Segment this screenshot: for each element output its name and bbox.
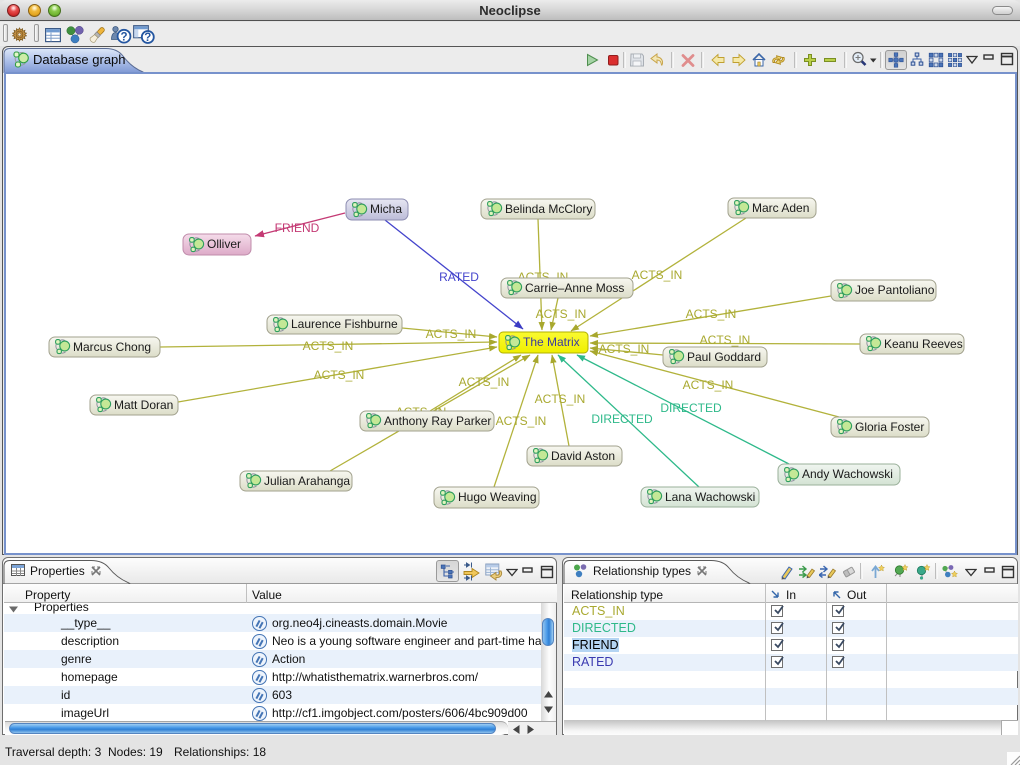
svg-text:Marc Aden: Marc Aden (752, 201, 809, 215)
svg-text:ACTS_IN: ACTS_IN (535, 392, 586, 406)
svg-text:Belinda McClory: Belinda McClory (505, 202, 592, 216)
svg-text:Julian Arahanga: Julian Arahanga (264, 474, 350, 488)
svg-text:Database graph: Database graph (33, 52, 126, 67)
svg-text:ACTS_IN: ACTS_IN (426, 327, 477, 341)
svg-text:Marcus Chong: Marcus Chong (73, 340, 151, 354)
svg-text:Olliver: Olliver (207, 237, 241, 251)
svg-text:Matt Doran: Matt Doran (114, 398, 173, 412)
svg-text:ACTS_IN: ACTS_IN (303, 339, 354, 353)
svg-text:Paul Goddard: Paul Goddard (687, 350, 761, 364)
svg-text:ACTS_IN: ACTS_IN (700, 333, 751, 347)
svg-text:ACTS_IN: ACTS_IN (599, 342, 650, 356)
svg-text:Hugo Weaving: Hugo Weaving (458, 490, 537, 504)
svg-text:ACTS_IN: ACTS_IN (632, 268, 683, 282)
svg-text:ACTS_IN: ACTS_IN (496, 414, 547, 428)
svg-text:Carrie–Anne Moss: Carrie–Anne Moss (525, 281, 624, 295)
svg-text:ACTS_IN: ACTS_IN (683, 378, 734, 392)
svg-text:ACTS_IN: ACTS_IN (459, 375, 510, 389)
svg-text:Andy Wachowski: Andy Wachowski (802, 467, 893, 481)
svg-text:The Matrix: The Matrix (523, 335, 580, 349)
svg-text:?: ? (120, 32, 127, 44)
svg-text:David Aston: David Aston (551, 449, 615, 463)
svg-text:?: ? (144, 32, 151, 44)
svg-text:Gloria Foster: Gloria Foster (855, 420, 924, 434)
svg-text:Keanu Reeves: Keanu Reeves (884, 337, 963, 351)
svg-text:FRIEND: FRIEND (275, 221, 320, 235)
svg-text:Lana Wachowski: Lana Wachowski (665, 490, 755, 504)
svg-text:Joe Pantoliano: Joe Pantoliano (855, 283, 935, 297)
svg-text:Micha: Micha (370, 202, 402, 216)
svg-text:ACTS_IN: ACTS_IN (686, 307, 737, 321)
svg-text:Anthony Ray Parker: Anthony Ray Parker (384, 414, 491, 428)
svg-text:ACTS_IN: ACTS_IN (314, 368, 365, 382)
svg-text:ACTS_IN: ACTS_IN (536, 307, 587, 321)
svg-text:RATED: RATED (439, 270, 479, 284)
svg-text:DIRECTED: DIRECTED (660, 401, 722, 415)
svg-text:DIRECTED: DIRECTED (591, 412, 653, 426)
svg-text:Laurence Fishburne: Laurence Fishburne (291, 317, 398, 331)
